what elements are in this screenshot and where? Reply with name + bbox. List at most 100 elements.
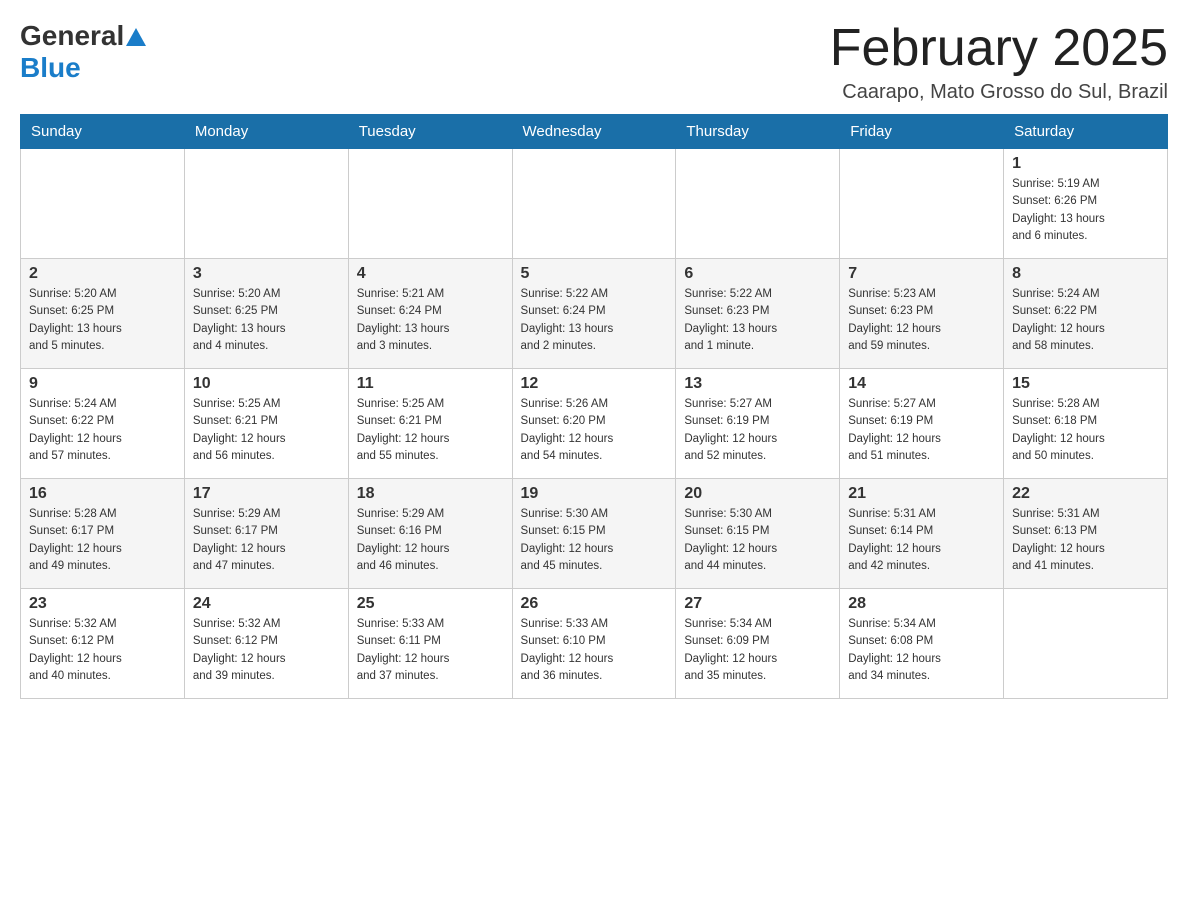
- day-number: 16: [29, 485, 176, 503]
- calendar-day-cell: 27 Sunrise: 5:34 AM Sunset: 6:09 PM Dayli…: [676, 589, 840, 699]
- calendar-day-cell: [184, 149, 348, 259]
- location-subtitle: Caarapo, Mato Grosso do Sul, Brazil: [830, 81, 1168, 104]
- calendar-day-cell: [676, 149, 840, 259]
- day-number: 6: [684, 265, 831, 283]
- day-number: 19: [521, 485, 668, 503]
- day-number: 24: [193, 595, 340, 613]
- calendar-day-cell: 28 Sunrise: 5:34 AM Sunset: 6:08 PM Dayli…: [840, 589, 1004, 699]
- calendar-day-cell: [348, 149, 512, 259]
- day-info: Sunrise: 5:23 AM Sunset: 6:23 PM Dayligh…: [848, 286, 995, 355]
- calendar-day-cell: 20 Sunrise: 5:30 AM Sunset: 6:15 PM Dayli…: [676, 479, 840, 589]
- calendar-day-cell: 4Sunrise: 5:21 AM Sunset: 6:24 PM Daylig…: [348, 259, 512, 369]
- calendar-header-thursday: Thursday: [676, 115, 840, 149]
- day-number: 3: [193, 265, 340, 283]
- day-info: Sunrise: 5:30 AM Sunset: 6:15 PM Dayligh…: [684, 506, 831, 575]
- day-info: Sunrise: 5:20 AM Sunset: 6:25 PM Dayligh…: [29, 286, 176, 355]
- calendar-day-cell: 14Sunrise: 5:27 AM Sunset: 6:19 PM Dayli…: [840, 369, 1004, 479]
- day-info: Sunrise: 5:27 AM Sunset: 6:19 PM Dayligh…: [848, 396, 995, 465]
- title-area: February 2025 Caarapo, Mato Grosso do Su…: [830, 20, 1168, 104]
- calendar-header-monday: Monday: [184, 115, 348, 149]
- calendar-day-cell: 26 Sunrise: 5:33 AM Sunset: 6:10 PM Dayli…: [512, 589, 676, 699]
- calendar-header-wednesday: Wednesday: [512, 115, 676, 149]
- calendar-day-cell: 1 Sunrise: 5:19 AM Sunset: 6:26 PM Daylig…: [1004, 149, 1168, 259]
- day-info: Sunrise: 5:28 AM Sunset: 6:18 PM Dayligh…: [1012, 396, 1159, 465]
- day-info: Sunrise: 5:26 AM Sunset: 6:20 PM Dayligh…: [521, 396, 668, 465]
- day-number: 10: [193, 375, 340, 393]
- calendar-day-cell: [512, 149, 676, 259]
- day-number: 28: [848, 595, 995, 613]
- day-number: 26: [521, 595, 668, 613]
- calendar-header-saturday: Saturday: [1004, 115, 1168, 149]
- calendar-header-sunday: Sunday: [21, 115, 185, 149]
- calendar-header-row: SundayMondayTuesdayWednesdayThursdayFrid…: [21, 115, 1168, 149]
- day-number: 17: [193, 485, 340, 503]
- day-number: 23: [29, 595, 176, 613]
- calendar-day-cell: 9 Sunrise: 5:24 AM Sunset: 6:22 PM Daylig…: [21, 369, 185, 479]
- day-number: 20: [684, 485, 831, 503]
- day-number: 18: [357, 485, 504, 503]
- day-number: 15: [1012, 375, 1159, 393]
- calendar-day-cell: 25 Sunrise: 5:33 AM Sunset: 6:11 PM Dayli…: [348, 589, 512, 699]
- calendar-table: SundayMondayTuesdayWednesdayThursdayFrid…: [20, 114, 1168, 699]
- calendar-day-cell: 23 Sunrise: 5:32 AM Sunset: 6:12 PM Dayli…: [21, 589, 185, 699]
- day-info: Sunrise: 5:33 AM Sunset: 6:10 PM Dayligh…: [521, 616, 668, 685]
- day-info: Sunrise: 5:34 AM Sunset: 6:08 PM Dayligh…: [848, 616, 995, 685]
- day-info: Sunrise: 5:29 AM Sunset: 6:16 PM Dayligh…: [357, 506, 504, 575]
- calendar-day-cell: 7 Sunrise: 5:23 AM Sunset: 6:23 PM Daylig…: [840, 259, 1004, 369]
- day-info: Sunrise: 5:20 AM Sunset: 6:25 PM Dayligh…: [193, 286, 340, 355]
- day-number: 2: [29, 265, 176, 283]
- calendar-day-cell: 16 Sunrise: 5:28 AM Sunset: 6:17 PM Dayli…: [21, 479, 185, 589]
- calendar-header-tuesday: Tuesday: [348, 115, 512, 149]
- day-info: Sunrise: 5:24 AM Sunset: 6:22 PM Dayligh…: [29, 396, 176, 465]
- calendar-header-friday: Friday: [840, 115, 1004, 149]
- month-title: February 2025: [830, 20, 1168, 77]
- calendar-day-cell: 19 Sunrise: 5:30 AM Sunset: 6:15 PM Dayli…: [512, 479, 676, 589]
- calendar-day-cell: 10 Sunrise: 5:25 AM Sunset: 6:21 PM Dayli…: [184, 369, 348, 479]
- day-number: 21: [848, 485, 995, 503]
- calendar-week-row: 9 Sunrise: 5:24 AM Sunset: 6:22 PM Daylig…: [21, 369, 1168, 479]
- day-info: Sunrise: 5:33 AM Sunset: 6:11 PM Dayligh…: [357, 616, 504, 685]
- calendar-day-cell: 3 Sunrise: 5:20 AM Sunset: 6:25 PM Daylig…: [184, 259, 348, 369]
- day-number: 12: [521, 375, 668, 393]
- logo-triangle-icon: [126, 28, 146, 46]
- day-info: Sunrise: 5:29 AM Sunset: 6:17 PM Dayligh…: [193, 506, 340, 575]
- day-info: Sunrise: 5:31 AM Sunset: 6:13 PM Dayligh…: [1012, 506, 1159, 575]
- logo-general-text: General: [20, 20, 124, 52]
- day-number: 9: [29, 375, 176, 393]
- day-number: 11: [357, 375, 504, 393]
- day-info: Sunrise: 5:28 AM Sunset: 6:17 PM Dayligh…: [29, 506, 176, 575]
- calendar-day-cell: 22Sunrise: 5:31 AM Sunset: 6:13 PM Dayli…: [1004, 479, 1168, 589]
- day-number: 7: [848, 265, 995, 283]
- calendar-day-cell: 13Sunrise: 5:27 AM Sunset: 6:19 PM Dayli…: [676, 369, 840, 479]
- day-info: Sunrise: 5:30 AM Sunset: 6:15 PM Dayligh…: [521, 506, 668, 575]
- calendar-day-cell: [1004, 589, 1168, 699]
- calendar-day-cell: [840, 149, 1004, 259]
- calendar-day-cell: 6 Sunrise: 5:22 AM Sunset: 6:23 PM Daylig…: [676, 259, 840, 369]
- day-info: Sunrise: 5:32 AM Sunset: 6:12 PM Dayligh…: [193, 616, 340, 685]
- day-number: 5: [521, 265, 668, 283]
- page-header: General Blue February 2025 Caarapo, Mato…: [20, 20, 1168, 104]
- day-number: 8: [1012, 265, 1159, 283]
- day-number: 1: [1012, 155, 1159, 173]
- day-info: Sunrise: 5:25 AM Sunset: 6:21 PM Dayligh…: [193, 396, 340, 465]
- calendar-day-cell: 11Sunrise: 5:25 AM Sunset: 6:21 PM Dayli…: [348, 369, 512, 479]
- day-info: Sunrise: 5:22 AM Sunset: 6:24 PM Dayligh…: [521, 286, 668, 355]
- day-number: 4: [357, 265, 504, 283]
- day-info: Sunrise: 5:34 AM Sunset: 6:09 PM Dayligh…: [684, 616, 831, 685]
- calendar-week-row: 16 Sunrise: 5:28 AM Sunset: 6:17 PM Dayli…: [21, 479, 1168, 589]
- calendar-week-row: 1 Sunrise: 5:19 AM Sunset: 6:26 PM Daylig…: [21, 149, 1168, 259]
- day-number: 27: [684, 595, 831, 613]
- calendar-week-row: 2 Sunrise: 5:20 AM Sunset: 6:25 PM Daylig…: [21, 259, 1168, 369]
- calendar-day-cell: [21, 149, 185, 259]
- day-info: Sunrise: 5:22 AM Sunset: 6:23 PM Dayligh…: [684, 286, 831, 355]
- calendar-week-row: 23 Sunrise: 5:32 AM Sunset: 6:12 PM Dayli…: [21, 589, 1168, 699]
- day-info: Sunrise: 5:32 AM Sunset: 6:12 PM Dayligh…: [29, 616, 176, 685]
- day-number: 25: [357, 595, 504, 613]
- calendar-day-cell: 17 Sunrise: 5:29 AM Sunset: 6:17 PM Dayli…: [184, 479, 348, 589]
- day-info: Sunrise: 5:19 AM Sunset: 6:26 PM Dayligh…: [1012, 176, 1159, 245]
- calendar-day-cell: 15 Sunrise: 5:28 AM Sunset: 6:18 PM Dayli…: [1004, 369, 1168, 479]
- calendar-day-cell: 5 Sunrise: 5:22 AM Sunset: 6:24 PM Daylig…: [512, 259, 676, 369]
- day-info: Sunrise: 5:27 AM Sunset: 6:19 PM Dayligh…: [684, 396, 831, 465]
- logo-blue-text: Blue: [20, 52, 146, 84]
- calendar-day-cell: 24 Sunrise: 5:32 AM Sunset: 6:12 PM Dayli…: [184, 589, 348, 699]
